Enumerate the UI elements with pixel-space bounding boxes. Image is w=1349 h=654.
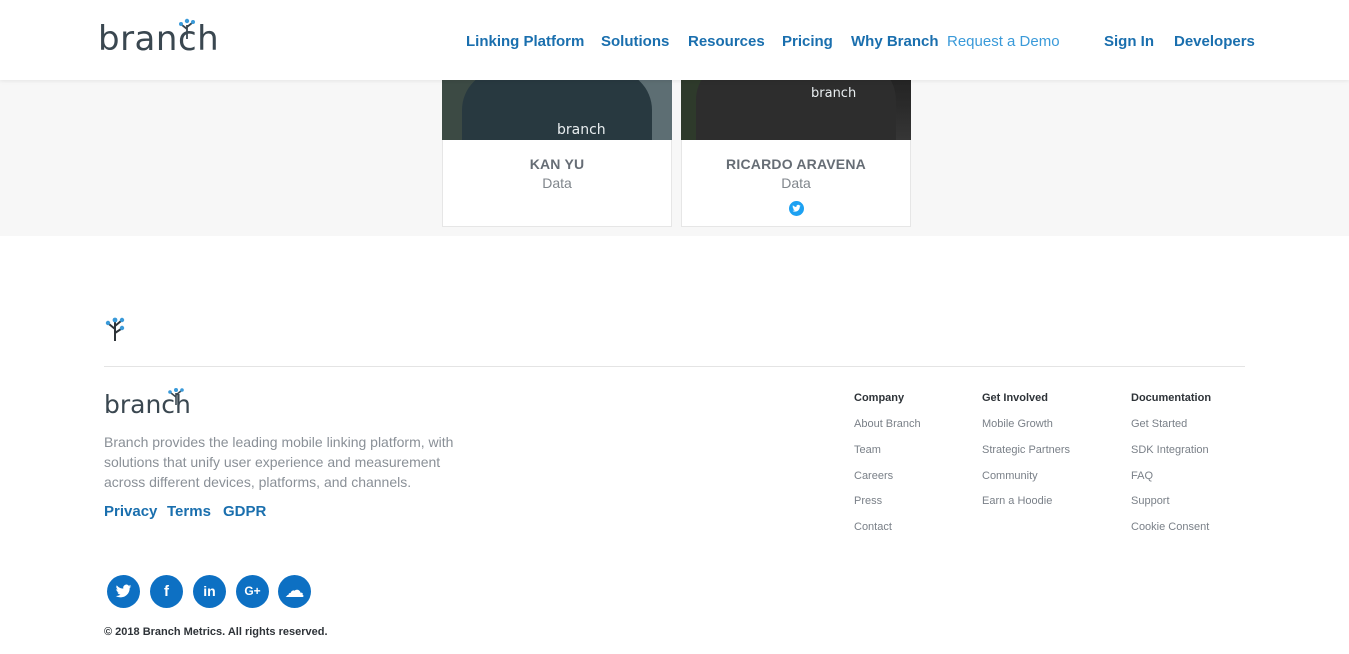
nav-resources[interactable]: Resources <box>688 33 765 50</box>
footer-link-sdk-integration[interactable]: SDK Integration <box>1131 444 1209 456</box>
footer-link-careers[interactable]: Careers <box>854 470 893 482</box>
footer-link-contact[interactable]: Contact <box>854 521 892 533</box>
nav-pricing[interactable]: Pricing <box>782 33 833 50</box>
nav-linking-platform[interactable]: Linking Platform <box>466 33 584 50</box>
column-title: Documentation <box>1131 392 1212 404</box>
nav-developers[interactable]: Developers <box>1174 33 1255 50</box>
nav-why-branch[interactable]: Why Branch <box>851 33 939 50</box>
twitter-icon[interactable] <box>789 201 804 216</box>
terms-link[interactable]: Terms <box>167 503 211 520</box>
shirt-logo: branch <box>557 122 606 138</box>
footer-link-team[interactable]: Team <box>854 444 881 456</box>
facebook-icon[interactable]: f <box>150 575 183 608</box>
footer-link-support[interactable]: Support <box>1131 495 1170 507</box>
sprout-icon <box>179 18 195 39</box>
nav-request-demo[interactable]: Request a Demo <box>947 33 1060 50</box>
sprout-icon <box>168 388 184 405</box>
google-plus-icon[interactable]: G+ <box>236 575 269 608</box>
footer-link-earn-hoodie[interactable]: Earn a Hoodie <box>982 495 1052 507</box>
nav-solutions[interactable]: Solutions <box>601 33 669 50</box>
footer-description: Branch provides the leading mobile linki… <box>104 434 454 490</box>
footer-link-cookie-consent[interactable]: Cookie Consent <box>1131 521 1209 533</box>
team-card-ricardo-aravena: branch RICARDO ARAVENA Data <box>681 60 911 227</box>
footer-link-press[interactable]: Press <box>854 495 882 507</box>
nav-sign-in[interactable]: Sign In <box>1104 33 1154 50</box>
team-member-name: KAN YU <box>529 156 585 172</box>
footer-divider <box>104 366 1245 367</box>
footer-link-community[interactable]: Community <box>982 470 1038 482</box>
footer-link-about-branch[interactable]: About Branch <box>854 418 921 430</box>
team-card-kan-yu: branch KAN YU Data <box>442 60 672 227</box>
branch-tree-icon <box>105 317 125 341</box>
team-member-role: Data <box>781 175 811 191</box>
footer-link-faq[interactable]: FAQ <box>1131 470 1153 482</box>
column-title: Company <box>854 392 905 404</box>
gdpr-link[interactable]: GDPR <box>223 503 266 520</box>
footer-link-strategic-partners[interactable]: Strategic Partners <box>982 444 1070 456</box>
branch-logo[interactable]: branch <box>98 22 219 56</box>
copyright-text: © 2018 Branch Metrics. All rights reserv… <box>104 626 328 638</box>
team-member-role: Data <box>542 175 572 191</box>
footer-link-mobile-growth[interactable]: Mobile Growth <box>982 418 1053 430</box>
footer-link-get-started[interactable]: Get Started <box>1131 418 1187 430</box>
twitter-icon[interactable] <box>107 575 140 608</box>
linkedin-icon[interactable]: in <box>193 575 226 608</box>
team-member-name: RICARDO ARAVENA <box>726 156 866 172</box>
column-title: Get Involved <box>982 392 1049 404</box>
soundcloud-icon[interactable]: ☁ <box>278 575 311 608</box>
shirt-logo: branch <box>811 86 857 101</box>
site-header: branch Linking Platform Solutions Resour… <box>0 0 1349 80</box>
privacy-link[interactable]: Privacy <box>104 503 157 520</box>
